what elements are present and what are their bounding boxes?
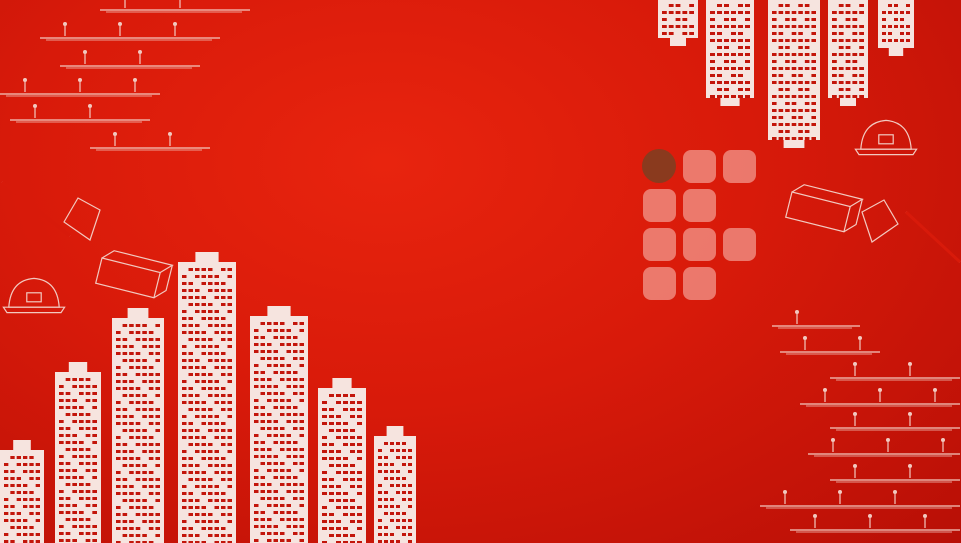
building-icon [178, 252, 236, 543]
worker-icon [853, 412, 857, 426]
worker-icon [168, 132, 172, 146]
worker-icon [831, 438, 835, 452]
worker-icon [124, 0, 126, 8]
worker-icon [853, 464, 857, 478]
building-icon [318, 378, 366, 543]
worker-icon [83, 50, 87, 64]
tile [643, 228, 676, 261]
worker-icon [23, 78, 27, 92]
building-icon [55, 362, 101, 543]
building-icon [0, 440, 44, 543]
worker-icon [795, 310, 799, 324]
worker-icon [853, 362, 857, 376]
worker-icon [908, 362, 912, 376]
building-icon [658, 0, 698, 46]
worker-icon [908, 412, 912, 426]
tile [643, 267, 676, 300]
tile-grid [642, 149, 756, 300]
tile-active [642, 149, 676, 183]
scaffold-sketch [0, 0, 250, 151]
worker-icon [113, 132, 117, 146]
worker-icon [33, 104, 37, 118]
worker-icon [933, 388, 937, 402]
worker-icon [941, 438, 945, 452]
brick-icon [94, 250, 174, 299]
helmet-icon [854, 119, 918, 156]
worker-icon [823, 388, 827, 402]
tile [643, 189, 676, 222]
helmet-icon [2, 277, 66, 314]
worker-icon [88, 104, 92, 118]
building-icon [112, 308, 164, 543]
worker-icon [878, 388, 882, 402]
axe-icon [1, 180, 101, 241]
background-canvas [0, 0, 961, 543]
building-icon [250, 306, 308, 543]
building-icon [768, 0, 820, 148]
worker-icon [78, 78, 82, 92]
worker-icon [868, 514, 872, 528]
tile [723, 150, 756, 183]
scaffold-sketch [760, 310, 960, 533]
worker-icon [923, 514, 927, 528]
tile [683, 267, 716, 300]
worker-icon [803, 336, 807, 350]
building-icon [878, 0, 914, 56]
worker-icon [908, 464, 912, 478]
worker-icon [118, 22, 122, 36]
worker-icon [893, 490, 897, 504]
tile [683, 189, 716, 222]
worker-icon [783, 490, 787, 504]
brick-icon [784, 184, 864, 233]
tile [723, 228, 756, 261]
building-icon [706, 0, 754, 106]
building-icon [374, 426, 416, 543]
illustration [0, 0, 961, 543]
worker-icon [138, 50, 142, 64]
worker-icon [179, 0, 181, 8]
tile [683, 150, 716, 183]
worker-icon [838, 490, 842, 504]
worker-icon [133, 78, 137, 92]
worker-icon [858, 336, 862, 350]
worker-icon [886, 438, 890, 452]
worker-icon [63, 22, 67, 36]
worker-icon [813, 514, 817, 528]
axe-icon [861, 199, 961, 264]
worker-icon [173, 22, 177, 36]
tile [683, 228, 716, 261]
building-icon [828, 0, 868, 106]
